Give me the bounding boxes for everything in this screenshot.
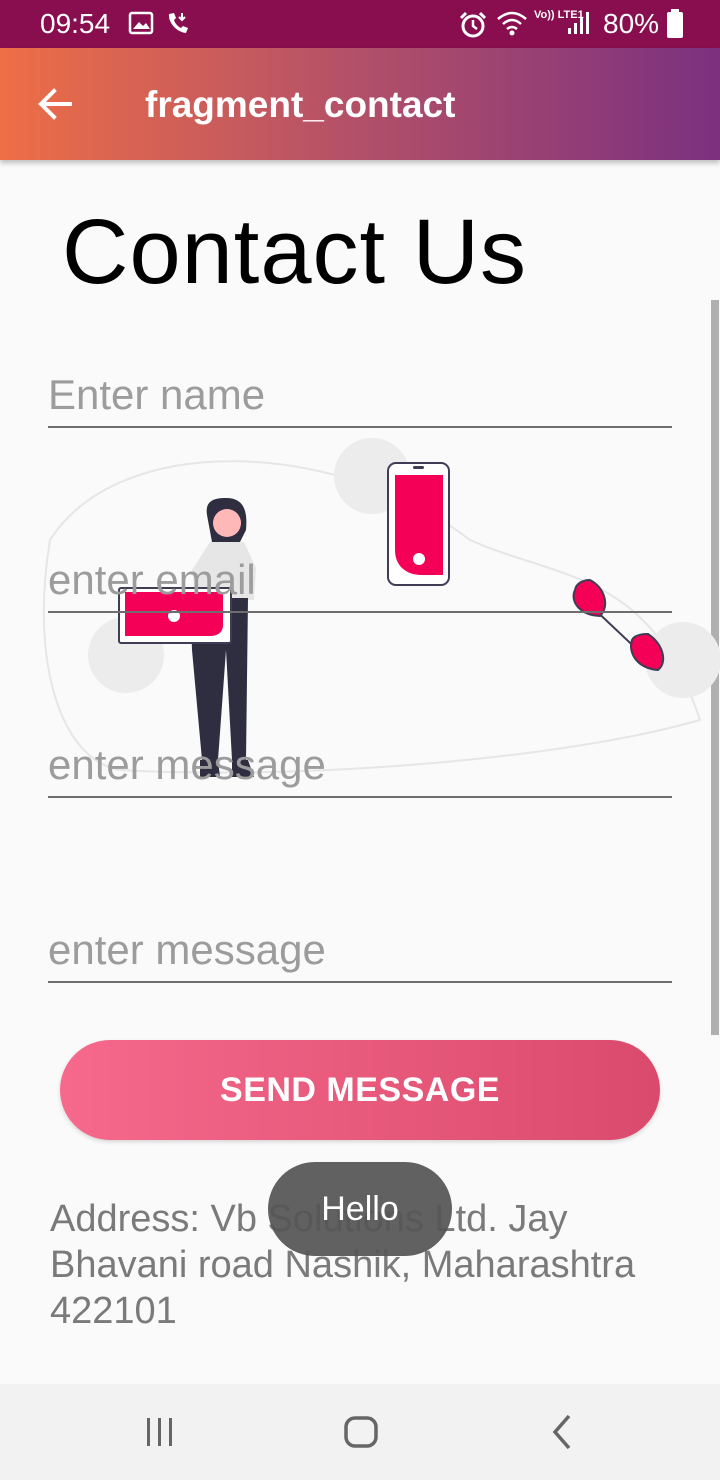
home-icon[interactable] (339, 1410, 383, 1454)
status-time: 09:54 (40, 8, 111, 39)
gallery-icon (128, 11, 154, 35)
battery-icon (667, 9, 683, 38)
message-input[interactable] (48, 728, 672, 796)
contact-content[interactable]: Contact Us SEND MESSAG (0, 160, 720, 1384)
app-bar-title: fragment_contact (145, 84, 456, 125)
page-title: Contact Us (62, 201, 528, 303)
name-input[interactable] (48, 358, 672, 426)
battery-percent: 80% (603, 8, 660, 39)
alarm-icon (459, 11, 487, 38)
recent-apps-icon[interactable] (138, 1410, 182, 1454)
back-nav-icon[interactable] (541, 1410, 585, 1454)
send-message-button[interactable]: SEND MESSAGE (60, 1040, 660, 1140)
arrow-left-icon[interactable] (34, 84, 74, 124)
message-input-2[interactable] (48, 913, 672, 981)
app-bar: fragment_contact (0, 48, 720, 160)
email-field[interactable] (48, 543, 672, 613)
status-bar: 09:54 Vo)) LTE1 80% (0, 0, 720, 48)
message-field-2[interactable] (48, 913, 672, 983)
message-field[interactable] (48, 728, 672, 798)
navigation-bar (0, 1384, 720, 1480)
signal-icon (568, 12, 589, 34)
name-field[interactable] (48, 358, 672, 428)
toast-message: Hello (268, 1162, 452, 1256)
wifi-icon (497, 11, 527, 36)
email-input[interactable] (48, 543, 672, 611)
call-icon (168, 13, 188, 33)
